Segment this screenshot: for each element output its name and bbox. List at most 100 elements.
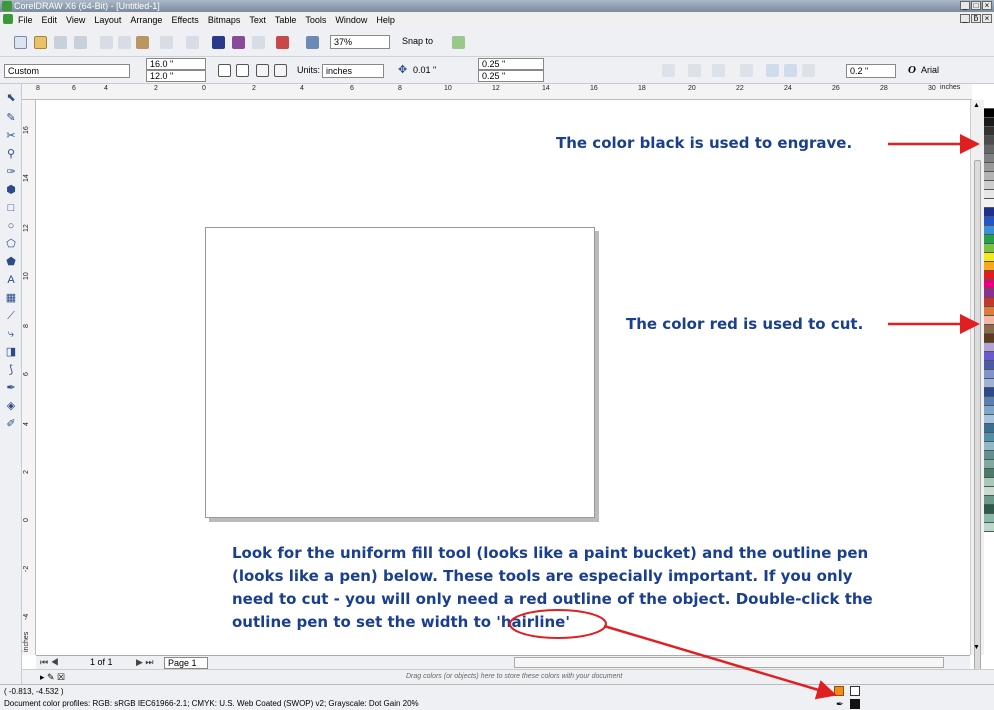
polygon-tool-icon[interactable]: ⬠ (4, 238, 18, 251)
crop-tool-icon[interactable]: ✂ (4, 130, 18, 143)
palette-swatch[interactable] (984, 298, 994, 307)
vertical-ruler[interactable]: 16 14 12 10 8 6 4 2 0 -2 -4 inches (22, 100, 36, 655)
palette-swatch[interactable] (984, 343, 994, 352)
connector-tool-icon[interactable]: ⤷ (4, 328, 18, 341)
scroll-down-icon[interactable]: ▼ (973, 644, 980, 651)
ellipse-tool-icon[interactable]: ○ (4, 220, 18, 233)
color-profiles-text[interactable]: Document color profiles: RGB: sRGB IEC61… (4, 699, 419, 708)
close-button[interactable]: × (982, 1, 992, 10)
palette-swatch[interactable] (984, 379, 994, 388)
palette-swatch[interactable] (984, 370, 994, 379)
outline-pen-icon[interactable]: ✒ (836, 699, 844, 710)
palette-swatch[interactable] (984, 325, 994, 334)
table-tool-icon[interactable]: ▦ (4, 292, 18, 305)
menu-layout[interactable]: Layout (94, 15, 121, 25)
palette-swatch[interactable] (984, 352, 994, 361)
palette-swatch[interactable] (984, 253, 994, 262)
menu-bitmaps[interactable]: Bitmaps (208, 15, 241, 25)
outline-pen-tool-icon[interactable]: ✒ (4, 382, 18, 395)
menu-arrange[interactable]: Arrange (130, 15, 162, 25)
palette-swatch[interactable] (984, 514, 994, 523)
palette-swatch[interactable] (984, 154, 994, 163)
dimension-tool-icon[interactable]: ⟋ (4, 310, 18, 323)
vertical-scrollbar[interactable]: ▲ ▼ (970, 100, 984, 700)
minimize-button[interactable]: _ (960, 1, 970, 10)
palette-swatch[interactable] (984, 244, 994, 253)
freehand-tool-icon[interactable]: ✑ (4, 166, 18, 179)
doc-close-button[interactable]: × (982, 14, 992, 23)
palette-swatch[interactable] (984, 280, 994, 289)
palette-swatch[interactable] (984, 235, 994, 244)
all-pages-icon[interactable] (256, 64, 269, 77)
transform-icon[interactable] (766, 64, 779, 77)
search-content-icon[interactable] (212, 36, 225, 49)
welding-icon[interactable] (662, 64, 675, 77)
duplicate-distance-y[interactable]: 0.25 " (478, 70, 544, 82)
welcome-screen-icon[interactable] (306, 36, 319, 49)
palette-swatch[interactable] (984, 100, 994, 109)
palette-swatch[interactable] (984, 424, 994, 433)
outline-width-input[interactable]: 0.2 " (846, 64, 896, 78)
palette-swatch[interactable] (984, 451, 994, 460)
scroll-up-icon[interactable]: ▲ (973, 102, 980, 109)
nudge-distance-input[interactable]: 0.01 " (410, 64, 456, 78)
palette-swatch[interactable] (984, 109, 994, 118)
fill-tool-icon[interactable]: ◈ (4, 400, 18, 413)
menu-view[interactable]: View (66, 15, 85, 25)
trim-icon[interactable] (688, 64, 701, 77)
palette-swatch[interactable] (984, 190, 994, 199)
intersect-icon[interactable] (712, 64, 725, 77)
eyedropper-tool-icon[interactable]: ⟆ (4, 364, 18, 377)
zoom-level-select[interactable]: 37% (330, 35, 390, 49)
menu-window[interactable]: Window (335, 15, 367, 25)
palette-swatch[interactable] (984, 433, 994, 442)
palette-swatch[interactable] (984, 307, 994, 316)
text-tool-icon[interactable]: A (4, 274, 18, 287)
portrait-icon[interactable] (218, 64, 231, 77)
maximize-button[interactable]: □ (971, 1, 981, 10)
new-document-icon[interactable] (14, 36, 27, 49)
palette-swatch[interactable] (984, 181, 994, 190)
page-size-select[interactable]: Custom (4, 64, 130, 78)
palette-swatch[interactable] (984, 118, 994, 127)
application-launcher-icon[interactable] (276, 36, 289, 49)
palette-swatch[interactable] (984, 145, 994, 154)
current-page-icon[interactable] (274, 64, 287, 77)
pick-tool-icon[interactable]: ⬉ (4, 92, 18, 105)
rectangle-tool-icon[interactable]: □ (4, 202, 18, 215)
menu-file[interactable]: File (18, 15, 33, 25)
palette-swatch[interactable] (984, 361, 994, 370)
palette-swatch[interactable] (984, 523, 994, 532)
palette-swatch[interactable] (984, 289, 994, 298)
palette-swatch[interactable] (984, 316, 994, 325)
palette-swatch[interactable] (984, 226, 994, 235)
palette-swatch[interactable] (984, 271, 994, 280)
palette-swatch[interactable] (984, 415, 994, 424)
page-nav-arrows-icon[interactable]: ⏮ ◀ (40, 656, 59, 669)
palette-swatch[interactable] (984, 163, 994, 172)
cut-icon[interactable] (100, 36, 113, 49)
page-height-input[interactable]: 12.0 " (146, 70, 206, 82)
palette-swatch[interactable] (984, 262, 994, 271)
units-select[interactable]: inches (322, 64, 384, 78)
horizontal-scrollbar[interactable] (514, 657, 944, 668)
doc-restore-button[interactable]: ƃ (971, 14, 981, 23)
document-palette-controls-icon[interactable]: ▸ ✎ ☒ (40, 670, 65, 684)
menu-table[interactable]: Table (275, 15, 297, 25)
palette-swatch[interactable] (984, 469, 994, 478)
open-folder-icon[interactable] (34, 36, 47, 49)
palette-swatch[interactable] (984, 397, 994, 406)
scrollbar-thumb[interactable] (974, 160, 981, 700)
palette-swatch[interactable] (984, 172, 994, 181)
palette-swatch[interactable] (984, 496, 994, 505)
palette-swatch[interactable] (984, 505, 994, 514)
font-select[interactable]: Arial (918, 64, 994, 78)
smart-fill-icon[interactable]: ⬢ (4, 184, 18, 197)
palette-swatch[interactable] (984, 478, 994, 487)
palette-swatch[interactable] (984, 334, 994, 343)
menu-help[interactable]: Help (376, 15, 395, 25)
palette-swatch[interactable] (984, 208, 994, 217)
menu-effects[interactable]: Effects (171, 15, 198, 25)
duplicate-distance-x[interactable]: 0.25 " (478, 58, 544, 70)
palette-swatch[interactable] (984, 460, 994, 469)
